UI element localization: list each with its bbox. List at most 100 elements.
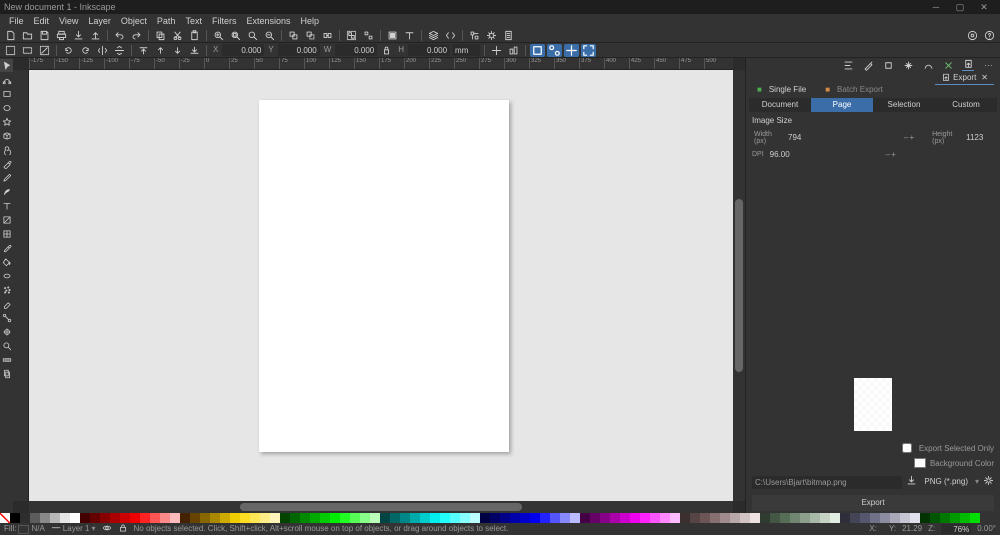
palette-swatch[interactable] — [680, 513, 690, 523]
dock-export-icon[interactable] — [962, 59, 974, 71]
status-lock-icon[interactable] — [118, 523, 128, 535]
dock-tab-export[interactable]: Export ✕ — [935, 72, 994, 85]
dropper-tool-icon[interactable] — [0, 241, 13, 254]
menu-edit[interactable]: Edit — [29, 16, 55, 27]
palette-swatch[interactable] — [280, 513, 290, 523]
palette-swatch[interactable] — [950, 513, 960, 523]
pen-tool-icon[interactable] — [0, 157, 13, 170]
status-fill[interactable]: Fill: N/A — [4, 524, 45, 534]
palette-swatch[interactable] — [370, 513, 380, 523]
command-palette-icon[interactable] — [965, 29, 980, 42]
palette-swatch[interactable] — [490, 513, 500, 523]
lpe-tool-icon[interactable] — [0, 325, 13, 338]
unlink-clone-icon[interactable] — [320, 29, 335, 42]
export-button[interactable]: Export — [752, 495, 994, 511]
raise-icon[interactable] — [153, 44, 168, 57]
rectangle-tool-icon[interactable] — [0, 87, 13, 100]
menu-object[interactable]: Object — [116, 16, 152, 27]
palette-swatch[interactable] — [310, 513, 320, 523]
palette-swatch[interactable] — [180, 513, 190, 523]
zoom-tool-icon[interactable] — [0, 339, 13, 352]
palette-swatch[interactable] — [430, 513, 440, 523]
palette-swatch[interactable] — [770, 513, 780, 523]
palette-swatch[interactable] — [630, 513, 640, 523]
flip-v-icon[interactable] — [112, 44, 127, 57]
status-visibility-icon[interactable] — [102, 523, 112, 535]
palette-swatch[interactable] — [930, 513, 940, 523]
spray-tool-icon[interactable] — [0, 283, 13, 296]
palette-swatch[interactable] — [480, 513, 490, 523]
palette-swatch[interactable] — [130, 513, 140, 523]
palette-swatch[interactable] — [510, 513, 520, 523]
palette-swatch[interactable] — [330, 513, 340, 523]
affect-move-icon[interactable] — [489, 44, 504, 57]
palette-swatch[interactable] — [810, 513, 820, 523]
zoom-selection-icon[interactable] — [262, 29, 277, 42]
palette-swatch[interactable] — [140, 513, 150, 523]
palette-swatch[interactable] — [320, 513, 330, 523]
paintbucket-tool-icon[interactable] — [0, 255, 13, 268]
connector-tool-icon[interactable] — [0, 311, 13, 324]
snap-misc-icon[interactable] — [581, 44, 596, 57]
stepper-plus[interactable]: + — [909, 133, 914, 143]
prefs-icon[interactable] — [484, 29, 499, 42]
text-tool-icon[interactable] — [0, 199, 13, 212]
menu-text[interactable]: Text — [180, 16, 207, 27]
palette-swatch[interactable] — [570, 513, 580, 523]
palette-swatch[interactable] — [610, 513, 620, 523]
palette-swatch[interactable] — [200, 513, 210, 523]
node-tool-icon[interactable] — [0, 73, 13, 86]
export-dpi-field[interactable] — [768, 149, 882, 160]
palette-swatch[interactable] — [250, 513, 260, 523]
tweak-tool-icon[interactable] — [0, 269, 13, 282]
cut-icon[interactable] — [170, 29, 185, 42]
palette-swatch[interactable] — [660, 513, 670, 523]
vertical-scrollbar[interactable] — [733, 70, 745, 501]
menu-extensions[interactable]: Extensions — [241, 16, 295, 27]
palette-swatch[interactable] — [550, 513, 560, 523]
stepper-minus[interactable]: – — [886, 150, 890, 160]
check-export-selected-only[interactable]: Export Selected Only — [752, 439, 994, 457]
x-field[interactable] — [222, 44, 264, 56]
dock-xml-icon[interactable] — [942, 59, 954, 71]
rotate-cw-icon[interactable] — [78, 44, 93, 57]
selectors-icon[interactable] — [467, 29, 482, 42]
raise-top-icon[interactable] — [136, 44, 151, 57]
palette-swatch[interactable] — [120, 513, 130, 523]
doc-properties-icon[interactable] — [501, 29, 516, 42]
palette-swatch[interactable] — [90, 513, 100, 523]
export-path-field[interactable] — [752, 476, 902, 489]
dock-more-icon[interactable] — [982, 59, 994, 71]
export-browse-icon[interactable] — [906, 475, 917, 489]
palette-swatch[interactable] — [870, 513, 880, 523]
palette-swatch[interactable] — [210, 513, 220, 523]
palette-swatch[interactable] — [780, 513, 790, 523]
palette-swatch[interactable] — [620, 513, 630, 523]
canvas-viewport[interactable] — [29, 70, 733, 501]
stepper-plus[interactable]: + — [891, 150, 896, 160]
palette-swatch[interactable] — [800, 513, 810, 523]
palette-swatch[interactable] — [760, 513, 770, 523]
rotate-ccw-icon[interactable] — [61, 44, 76, 57]
palette-swatch[interactable] — [230, 513, 240, 523]
mesh-tool-icon[interactable] — [0, 227, 13, 240]
palette-swatch[interactable] — [840, 513, 850, 523]
check-background-color[interactable]: Background Color — [752, 457, 994, 469]
palette-swatch[interactable] — [380, 513, 390, 523]
palette-swatch[interactable] — [400, 513, 410, 523]
export-tab-selection[interactable]: Selection — [873, 98, 935, 112]
palette-swatch[interactable] — [60, 513, 70, 523]
palette-swatch[interactable] — [970, 513, 980, 523]
palette-swatch[interactable] — [270, 513, 280, 523]
gradient-tool-icon[interactable] — [0, 213, 13, 226]
paste-icon[interactable] — [187, 29, 202, 42]
horizontal-scrollbar[interactable] — [29, 501, 733, 513]
pages-tool-icon[interactable] — [0, 367, 13, 380]
palette-swatch[interactable] — [910, 513, 920, 523]
palette-swatch[interactable] — [540, 513, 550, 523]
star-tool-icon[interactable] — [0, 115, 13, 128]
palette-swatch[interactable] — [650, 513, 660, 523]
select-all-icon[interactable] — [3, 44, 18, 57]
select-layers-icon[interactable] — [20, 44, 35, 57]
menu-layer[interactable]: Layer — [83, 16, 116, 27]
